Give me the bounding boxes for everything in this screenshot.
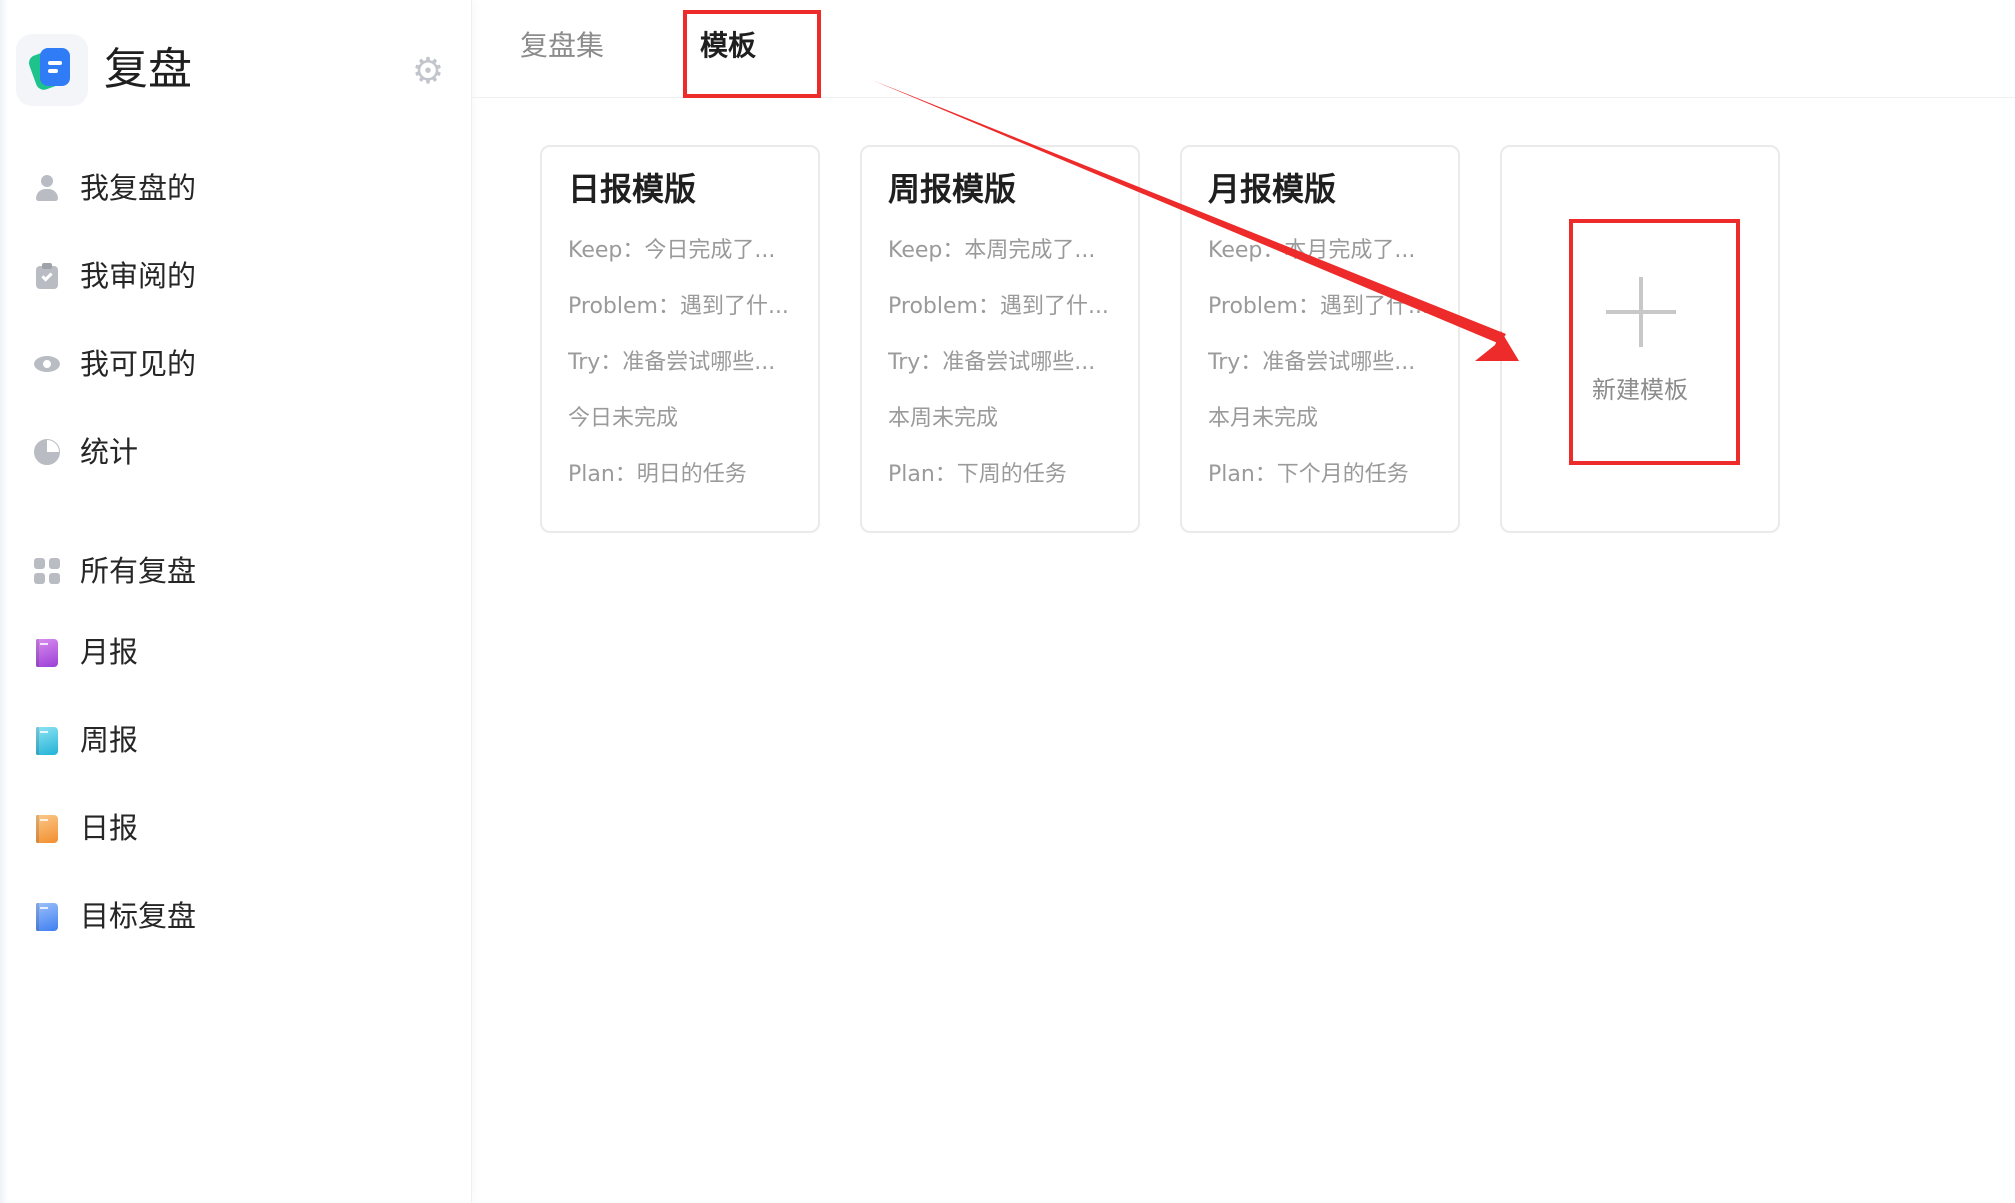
sidebar-item-my-reviews[interactable]: 我复盘的 xyxy=(0,158,472,218)
purple-book-icon xyxy=(34,639,60,667)
blue-book-icon xyxy=(34,903,60,931)
person-icon xyxy=(34,175,60,201)
grid-icon xyxy=(34,558,60,584)
brand-header: 复盘 ⚙ xyxy=(16,34,456,106)
sidebar-item-monthly[interactable]: 月报 xyxy=(0,622,472,682)
template-line: Plan：明日的任务 xyxy=(568,462,747,487)
template-card-weekly[interactable]: 周报模版 Keep：本周完成了... Problem：遇到了什... Try：准… xyxy=(860,145,1140,533)
eye-icon xyxy=(34,351,60,377)
template-line: Problem：遇到了什... xyxy=(568,294,789,319)
sidebar-item-label: 统计 xyxy=(80,435,139,469)
sidebar: 复盘 ⚙ 我复盘的 我审阅的 我可见的 统计 所有复盘 月报 周报 日报 目标复… xyxy=(0,0,472,1203)
template-line: Plan：下周的任务 xyxy=(888,462,1067,487)
sidebar-item-label: 所有复盘 xyxy=(80,554,197,588)
app-window: 复盘 ⚙ 我复盘的 我审阅的 我可见的 统计 所有复盘 月报 周报 日报 目标复… xyxy=(0,0,2015,1203)
orange-book-icon xyxy=(34,815,60,843)
template-line: Keep：本月完成了... xyxy=(1208,238,1416,263)
app-logo-icon xyxy=(16,34,88,106)
cyan-book-icon xyxy=(34,727,60,755)
template-line: Plan：下个月的任务 xyxy=(1208,462,1409,487)
pie-chart-icon xyxy=(34,439,60,465)
sidebar-item-label: 我复盘的 xyxy=(80,171,197,205)
template-line: 本月未完成 xyxy=(1208,406,1319,431)
sidebar-item-label: 日报 xyxy=(80,811,139,845)
sidebar-item-statistics[interactable]: 统计 xyxy=(0,422,472,482)
sidebar-item-daily[interactable]: 日报 xyxy=(0,798,472,858)
sidebar-item-label: 我审阅的 xyxy=(80,259,197,293)
clipboard-check-icon xyxy=(34,263,60,289)
sidebar-item-all-reviews[interactable]: 所有复盘 xyxy=(0,541,472,601)
plus-icon xyxy=(1606,277,1676,347)
template-line: Try：准备尝试哪些... xyxy=(888,350,1096,375)
sidebar-item-weekly[interactable]: 周报 xyxy=(0,710,472,770)
sidebar-item-label: 我可见的 xyxy=(80,347,197,381)
template-line: Keep：本周完成了... xyxy=(888,238,1096,263)
template-title: 日报模版 xyxy=(568,170,697,208)
template-line: Keep：今日完成了... xyxy=(568,238,776,263)
template-title: 周报模版 xyxy=(888,170,1017,208)
app-title: 复盘 xyxy=(104,44,192,95)
template-card-monthly[interactable]: 月报模版 Keep：本月完成了... Problem：遇到了什... Try：准… xyxy=(1180,145,1460,533)
sidebar-item-label: 周报 xyxy=(80,723,139,757)
tab-bar: 复盘集 模板 xyxy=(472,0,2015,98)
template-title: 月报模版 xyxy=(1208,170,1337,208)
new-template-label: 新建模板 xyxy=(1592,376,1688,404)
template-line: 今日未完成 xyxy=(568,406,679,431)
sidebar-item-goal-review[interactable]: 目标复盘 xyxy=(0,886,472,946)
template-line: Problem：遇到了什... xyxy=(1208,294,1429,319)
template-card-daily[interactable]: 日报模版 Keep：今日完成了... Problem：遇到了什... Try：准… xyxy=(540,145,820,533)
settings-gear-icon[interactable]: ⚙ xyxy=(410,54,446,90)
sidebar-item-reviewed-by-me[interactable]: 我审阅的 xyxy=(0,246,472,306)
tab-review-sets[interactable]: 复盘集 xyxy=(520,26,604,66)
new-template-card[interactable]: 新建模板 xyxy=(1500,145,1780,533)
sidebar-item-label: 目标复盘 xyxy=(80,899,197,933)
sidebar-item-visible-to-me[interactable]: 我可见的 xyxy=(0,334,472,394)
template-line: Try：准备尝试哪些... xyxy=(1208,350,1416,375)
main-content: 复盘集 模板 日报模版 Keep：今日完成了... Problem：遇到了什..… xyxy=(472,0,2015,1203)
template-line: Try：准备尝试哪些... xyxy=(568,350,776,375)
template-line: 本周未完成 xyxy=(888,406,999,431)
template-line: Problem：遇到了什... xyxy=(888,294,1109,319)
tab-templates[interactable]: 模板 xyxy=(700,26,756,66)
sidebar-item-label: 月报 xyxy=(80,635,139,669)
